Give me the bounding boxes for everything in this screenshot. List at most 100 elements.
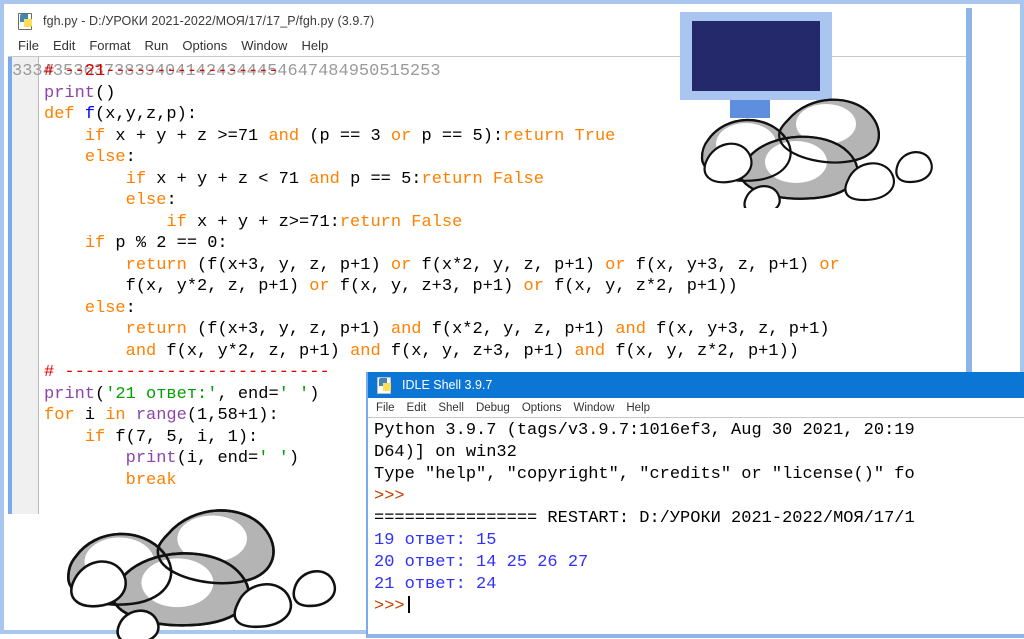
text-cursor xyxy=(407,596,410,613)
menu-item-window[interactable]: Window xyxy=(241,38,287,53)
code-token: ' ' xyxy=(258,449,289,468)
code-line[interactable]: else: xyxy=(44,190,966,212)
shell-line[interactable]: ================ RESTART: D:/УРОКИ 2021-… xyxy=(374,508,1024,530)
code-token: ' ' xyxy=(278,384,310,404)
shell-menu-item-shell[interactable]: Shell xyxy=(438,402,464,414)
code-token: or xyxy=(309,277,330,296)
shell-token: 19 ответ: 15 xyxy=(374,531,497,550)
shell-line[interactable]: Python 3.9.7 (tags/v3.9.7:1016ef3, Aug 3… xyxy=(374,420,1024,442)
shell-menu-item-edit[interactable]: Edit xyxy=(407,402,427,414)
code-line[interactable]: return (f(x+3, y, z, p+1) or f(x*2, y, z… xyxy=(44,255,966,277)
code-line[interactable]: if x + y + z >=71 and (p == 3 or p == 5)… xyxy=(44,126,966,148)
code-token: (1,58+1): xyxy=(186,406,279,425)
code-token: f(x, y*2, z, p+1) xyxy=(44,277,310,296)
shell-output-text[interactable]: Python 3.9.7 (tags/v3.9.7:1016ef3, Aug 3… xyxy=(370,419,1024,630)
menu-item-file[interactable]: File xyxy=(18,38,39,53)
editor-title-bar[interactable]: fgh.py - D:/УРОКИ 2021-2022/МОЯ/17/17_P/… xyxy=(8,8,966,34)
code-token: (p == 3 xyxy=(299,126,391,146)
idle-shell-window[interactable]: IDLE Shell 3.9.7 File Edit Shell Debug O… xyxy=(366,372,1024,638)
shell-line[interactable]: Type "help", "copyright", "credits" or "… xyxy=(374,464,1024,486)
shell-menu-item-window[interactable]: Window xyxy=(573,402,614,414)
code-token: break xyxy=(125,470,177,490)
code-token: False xyxy=(492,169,544,189)
code-token: range xyxy=(135,406,187,425)
code-token: or xyxy=(390,126,412,146)
code-token: i xyxy=(74,406,106,425)
code-line[interactable]: and f(x, y*2, z, p+1) and f(x, y, z+3, p… xyxy=(44,341,966,363)
shell-line[interactable]: D64)] on win32 xyxy=(374,442,1024,464)
shell-token: Type "help", "copyright", "credits" or "… xyxy=(374,465,915,484)
code-token: f(x, y*2, z, p+1) xyxy=(156,341,351,361)
code-line[interactable]: return (f(x+3, y, z, p+1) and f(x*2, y, … xyxy=(44,319,966,341)
shell-menu-item-help[interactable]: Help xyxy=(626,402,650,414)
shell-line[interactable]: 21 ответ: 24 xyxy=(374,574,1024,596)
slide-frame: fgh.py - D:/УРОКИ 2021-2022/МОЯ/17/17_P/… xyxy=(0,0,1024,639)
code-line[interactable]: if x + y + z < 71 and p == 5:return Fals… xyxy=(44,169,966,191)
code-line[interactable]: if x + y + z>=71:return False xyxy=(44,212,966,234)
code-line[interactable]: else: xyxy=(44,147,966,169)
shell-line[interactable]: 20 ответ: 14 25 26 27 xyxy=(374,552,1024,574)
code-token: x + y + z < 71 xyxy=(146,169,310,189)
editor-menu-bar[interactable]: File Edit Format Run Options Window Help xyxy=(8,34,966,56)
code-token: if xyxy=(125,169,147,189)
shell-menu-item-debug[interactable]: Debug xyxy=(476,402,510,414)
code-token: ) xyxy=(309,384,320,404)
code-line[interactable]: f(x, y*2, z, p+1) or f(x, y, z+3, p+1) o… xyxy=(44,276,966,298)
shell-token: 20 ответ: 14 25 26 27 xyxy=(374,553,589,572)
menu-item-format[interactable]: Format xyxy=(89,38,130,53)
code-token: f(x, y, z*2, p+1)) xyxy=(605,341,799,361)
shell-token: >>> xyxy=(374,597,405,616)
code-token: if xyxy=(84,126,106,146)
code-token: return xyxy=(421,169,483,189)
python-file-icon xyxy=(18,12,35,30)
code-token: def xyxy=(44,105,75,124)
code-line[interactable]: # --21----------------- xyxy=(44,61,966,83)
menu-item-edit[interactable]: Edit xyxy=(53,38,75,53)
code-line[interactable]: if p % 2 == 0: xyxy=(44,233,966,255)
code-token: else xyxy=(84,148,126,167)
code-line[interactable]: else: xyxy=(44,298,966,320)
code-token: and xyxy=(350,341,381,361)
menu-item-options[interactable]: Options xyxy=(182,38,227,53)
shell-token: Python 3.9.7 (tags/v3.9.7:1016ef3, Aug 3… xyxy=(374,421,915,440)
shell-line[interactable]: >>> xyxy=(374,486,1024,508)
shell-title-bar[interactable]: IDLE Shell 3.9.7 xyxy=(368,372,1024,398)
code-token: f(x, y, z+3, p+1) xyxy=(329,277,524,296)
code-token: else xyxy=(125,191,167,210)
code-token: return xyxy=(339,212,402,232)
python-shell-icon xyxy=(377,376,394,394)
code-token: f(7, 5, i, 1): xyxy=(105,427,259,447)
menu-item-help[interactable]: Help xyxy=(301,38,328,53)
code-token: in xyxy=(105,406,126,425)
code-line[interactable]: def f(x,y,z,p): xyxy=(44,104,966,126)
code-token: : xyxy=(125,298,136,318)
shell-menu-item-options[interactable]: Options xyxy=(522,402,562,414)
code-token: : xyxy=(125,148,136,167)
code-token: if xyxy=(84,234,106,253)
code-token: print xyxy=(44,384,96,404)
shell-token: >>> xyxy=(374,487,405,506)
code-token: or xyxy=(819,255,840,275)
code-token: x + y + z >=71 xyxy=(105,126,269,146)
code-token: ( xyxy=(95,384,106,404)
code-line[interactable]: print() xyxy=(44,83,966,105)
code-token: and xyxy=(615,320,646,339)
shell-menu-bar[interactable]: File Edit Shell Debug Options Window Hel… xyxy=(368,398,1024,418)
shell-menu-item-file[interactable]: File xyxy=(376,402,395,414)
shell-token: ================ RESTART: D:/УРОКИ 2021-… xyxy=(374,509,915,528)
code-token: f(x*2, y, z, p+1) xyxy=(411,255,606,275)
shell-line[interactable]: 19 ответ: 15 xyxy=(374,530,1024,552)
shell-line[interactable]: >>> xyxy=(374,596,1024,618)
code-token: else xyxy=(84,298,126,318)
menu-item-run[interactable]: Run xyxy=(145,38,169,53)
